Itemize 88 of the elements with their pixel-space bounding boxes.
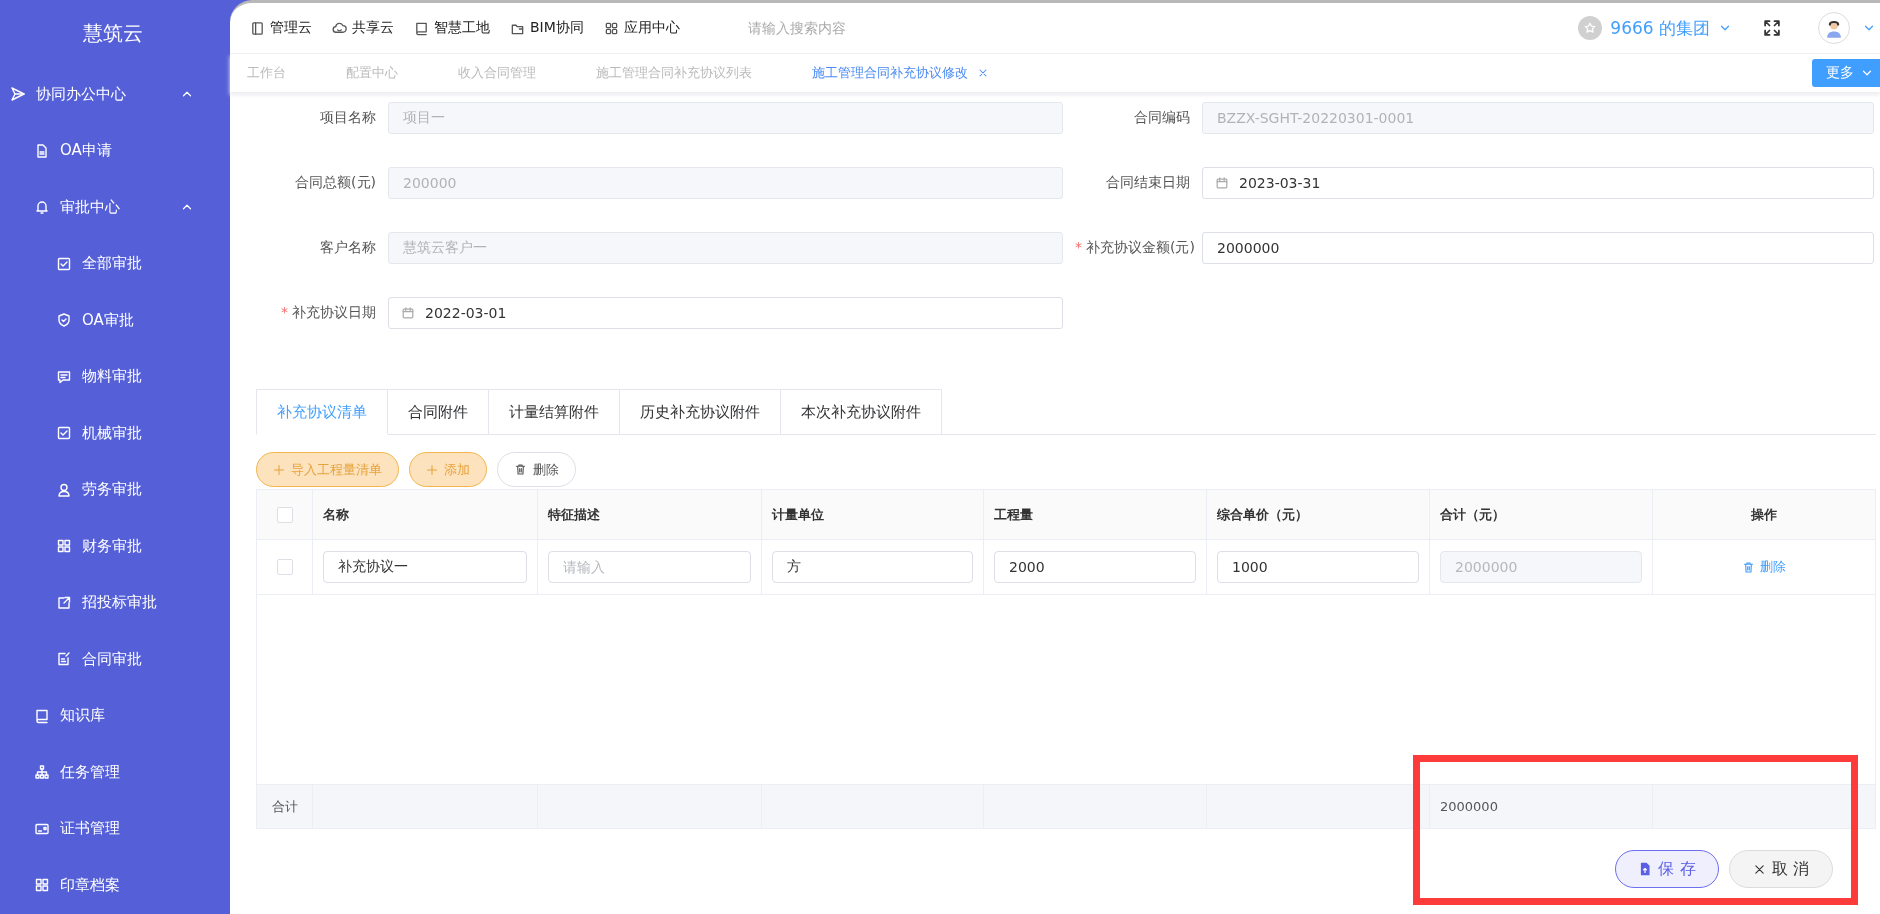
field-label: 合同结束日期 — [1105, 174, 1190, 192]
star-icon — [1583, 21, 1598, 35]
sidebar-item[interactable]: 招投标审批 — [0, 574, 230, 631]
sidebar-item[interactable]: 合同审批 — [0, 631, 230, 688]
nav-link[interactable]: BIM协同 — [510, 19, 584, 37]
person-icon — [56, 481, 72, 498]
document-icon — [34, 142, 50, 159]
book-icon — [414, 20, 429, 36]
sidebar-item[interactable]: 协同办公中心 — [0, 66, 230, 123]
column-header: 操作 — [1750, 505, 1778, 524]
tab[interactable]: 补充协议清单 — [256, 389, 388, 435]
total-label: 合计 — [271, 797, 298, 816]
field-label: 补充协议金额(元) — [1086, 239, 1195, 255]
book-icon — [34, 707, 50, 724]
nav-link[interactable]: 共享云 — [332, 19, 394, 37]
trash-icon — [1742, 560, 1755, 574]
input-field[interactable]: 2000 — [994, 551, 1196, 583]
checkbox-icon — [56, 425, 72, 442]
field-label: 合同编码 — [1133, 109, 1190, 127]
nav-link[interactable]: 智慧工地 — [414, 19, 490, 37]
sidebar-item[interactable]: 证书管理 — [0, 800, 230, 857]
calendar-icon — [1215, 176, 1229, 190]
grid-icon — [34, 877, 50, 894]
nav-link[interactable]: 管理云 — [250, 19, 312, 37]
chat-icon — [56, 368, 72, 385]
sidebar-item[interactable]: 财务审批 — [0, 518, 230, 575]
sidebar-item[interactable]: 印章档案 — [0, 857, 230, 914]
tab[interactable]: 计量结算附件 — [489, 389, 620, 435]
input-field[interactable]: 2000000 — [1202, 232, 1874, 264]
cloud-icon — [332, 20, 347, 36]
calendar-icon — [401, 306, 415, 320]
sidebar-item[interactable]: 审批中心 — [0, 179, 230, 236]
file-upload-icon — [1638, 862, 1653, 876]
date-field[interactable]: 2022-03-01 — [388, 297, 1063, 329]
input-field[interactable]: 1000 — [1217, 551, 1419, 583]
column-header: 工程量 — [984, 490, 1207, 539]
required-mark: * — [281, 304, 288, 320]
input-field[interactable]: 请输入 — [548, 551, 751, 583]
save-button[interactable]: 保 存 — [1615, 850, 1719, 888]
field-label: 补充协议日期 — [292, 304, 376, 320]
input-field[interactable]: 方 — [772, 551, 973, 583]
cancel-button[interactable]: 取 消 — [1729, 850, 1833, 888]
field-label: 客户名称 — [319, 239, 376, 257]
tab[interactable]: 本次补充协议附件 — [781, 389, 942, 435]
required-mark: * — [1075, 239, 1082, 255]
fullscreen-icon — [1762, 18, 1782, 38]
total-value: 2000000 — [1440, 799, 1498, 814]
plus-icon — [426, 463, 438, 476]
checkbox-icon — [56, 255, 72, 272]
tab[interactable]: 合同附件 — [388, 389, 489, 435]
sidebar-item[interactable]: 知识库 — [0, 687, 230, 744]
edit-document-icon — [56, 651, 72, 668]
nav-link[interactable]: 应用中心 — [603, 19, 680, 37]
column-header: 名称 — [313, 490, 538, 539]
field-label: 项目名称 — [319, 109, 376, 127]
more-button[interactable]: 更多 — [1812, 59, 1880, 87]
close-icon — [1752, 862, 1766, 876]
sidebar-item[interactable]: 物料审批 — [0, 348, 230, 405]
organization-switcher[interactable]: 9666 的集团 — [1578, 16, 1732, 40]
grid-icon — [603, 20, 619, 36]
bell-icon — [34, 199, 50, 216]
hierarchy-icon — [34, 764, 50, 781]
external-link-icon — [56, 594, 72, 611]
field-label: 合同总额(元) — [294, 174, 376, 192]
app-logo: 慧筑云 — [82, 19, 144, 47]
delete-button[interactable]: 删除 — [497, 452, 576, 487]
sidebar-item[interactable]: OA申请 — [0, 122, 230, 179]
tab[interactable]: 历史补充协议附件 — [620, 389, 781, 435]
delete-link[interactable]: 删除 — [1742, 558, 1786, 576]
sidebar-item[interactable]: 任务管理 — [0, 744, 230, 801]
column-header: 计量单位 — [762, 490, 984, 539]
sidebar-item[interactable]: 机械审批 — [0, 405, 230, 462]
send-icon — [10, 86, 26, 103]
column-header: 特征描述 — [538, 490, 762, 539]
sidebar-item[interactable]: OA审批 — [0, 292, 230, 349]
column-header: 合计（元） — [1430, 490, 1653, 539]
shield-icon — [56, 312, 72, 329]
sidebar-item[interactable]: 劳务审批 — [0, 461, 230, 518]
checkbox[interactable] — [276, 559, 293, 575]
grid-icon — [56, 538, 72, 555]
trash-icon — [514, 463, 527, 476]
column-header: 综合单价（元） — [1207, 490, 1430, 539]
sidebar-item[interactable]: 全部审批 — [0, 235, 230, 292]
date-field[interactable]: 2023-03-31 — [1202, 167, 1874, 199]
plus-icon — [273, 463, 285, 476]
checkbox[interactable] — [276, 506, 293, 523]
input-field[interactable]: 补充协议一 — [323, 551, 527, 583]
page-tab[interactable]: 施工管理合同补充协议修改 — [812, 64, 968, 82]
